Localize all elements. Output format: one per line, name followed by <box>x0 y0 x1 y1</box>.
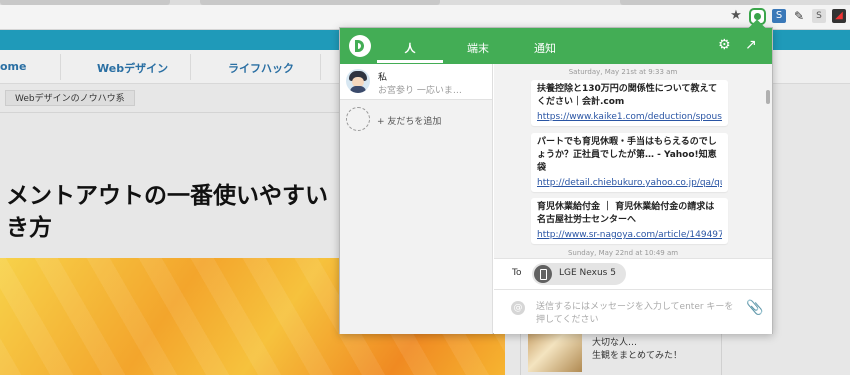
tab-strip <box>0 0 850 5</box>
add-friend-label: + 友だちを追加 <box>377 117 442 127</box>
tab-notifications[interactable]: 通知 <box>512 40 578 56</box>
nav-item-home[interactable]: ome <box>0 60 26 73</box>
message-bubble: 育児休業給付金 ｜ 育児休業給付金の請求は名古屋社労士センターへ http://… <box>531 198 728 244</box>
scrollbar-thumb[interactable] <box>766 90 770 104</box>
tab-devices[interactable]: 端末 <box>445 40 511 56</box>
contact-name: 私 <box>378 73 388 83</box>
eyedropper-icon[interactable]: ✎ <box>792 9 806 23</box>
contacts-panel: 私 お宮参り 一応いま… + 友だちを追加 <box>340 64 493 334</box>
nav-separator <box>190 54 191 80</box>
device-name: LGE Nexus 5 <box>559 268 616 278</box>
settings-gear-icon[interactable]: ⚙ <box>718 38 731 52</box>
article-title-line: き方 <box>6 215 52 241</box>
timestamp: Saturday, May 21st at 9:33 am <box>568 68 678 76</box>
message-link[interactable]: https://www.kaike1.com/deduction/spous… <box>537 111 722 124</box>
contact-preview: お宮参り 一応いま… <box>378 86 462 96</box>
article-title-line: メントアウトの一番使いやすい <box>6 183 328 209</box>
browser-tab[interactable] <box>620 0 760 5</box>
paperclip-icon[interactable]: 📎 <box>746 301 763 315</box>
extension-s-blue-icon[interactable]: S <box>772 9 786 23</box>
article-title: メントアウトの一番使いやすい き方 <box>6 180 328 244</box>
link-icon: @ <box>511 301 525 315</box>
sidebar-article-text-line: 生観をまとめてみた！ <box>592 351 683 361</box>
contact-item-me[interactable]: 私 お宮参り 一応いま… <box>340 64 492 100</box>
tab-people[interactable]: 人 <box>377 40 443 56</box>
extension-icons: ★ S ✎ S ◢ <box>729 7 850 25</box>
nav-item-lifehack[interactable]: ライフハック <box>228 60 294 76</box>
message-link[interactable]: http://www.sr-nagoya.com/article/149497… <box>537 229 722 242</box>
recipient-device-chip[interactable]: LGE Nexus 5 <box>532 263 626 285</box>
extension-dark-icon[interactable]: ◢ <box>832 9 846 23</box>
popup-header: 人 端末 通知 ⚙ ↗ <box>340 28 772 64</box>
extension-s-gray-icon[interactable]: S <box>812 9 826 23</box>
add-friend-placeholder-icon <box>346 107 370 131</box>
category-tag[interactable]: Webデザインのノウハウ系 <box>5 90 135 106</box>
active-tab-indicator <box>377 60 443 63</box>
popout-arrow-icon[interactable]: ↗ <box>745 38 757 52</box>
nav-separator <box>320 54 321 80</box>
nav-separator <box>60 54 61 80</box>
message-link[interactable]: http://detail.chiebukuro.yahoo.co.jp/qa/… <box>537 177 722 190</box>
avatar <box>346 69 370 93</box>
message-input[interactable]: 送信するにはメッセージを入力してenter キーを押してください <box>536 301 738 327</box>
message-title: パートでも育児休暇・手当はもらえるのでしょうか？正社員でしたが第… - Yaho… <box>537 137 717 173</box>
nav-item-webdesign[interactable]: Webデザイン <box>97 60 168 76</box>
sidebar-article-text: 大切な人… 生観をまとめてみた！ <box>592 337 682 363</box>
add-friend-button[interactable]: + 友だちを追加 <box>346 107 494 133</box>
browser-toolbar: ★ S ✎ S ◢ <box>0 0 850 30</box>
star-icon[interactable]: ★ <box>729 9 743 23</box>
to-label: To <box>512 268 522 278</box>
message-title: 育児休業給付金 ｜ 育児休業給付金の請求は名古屋社労士センターへ <box>537 202 715 225</box>
browser-tab[interactable] <box>0 0 170 5</box>
sidebar-article-text-line: 大切な人… <box>592 338 638 348</box>
sidebar-article-thumbnail <box>528 332 582 372</box>
pushbullet-logo-icon <box>349 35 371 57</box>
message-thread[interactable]: Saturday, May 21st at 9:33 am 扶養控除と130万円… <box>494 64 772 258</box>
message-title: 扶養控除と130万円の関係性について教えてください｜会計.com <box>537 84 718 107</box>
pushbullet-popup: 人 端末 通知 ⚙ ↗ 私 お宮参り 一応いま… + 友だちを追加 Saturd… <box>339 19 773 334</box>
browser-tab[interactable] <box>200 0 440 5</box>
recipient-row: To LGE Nexus 5 <box>494 258 772 288</box>
phone-icon <box>534 265 552 283</box>
compose-area: @ 送信するにはメッセージを入力してenter キーを押してください 📎 <box>494 289 772 334</box>
message-bubble: パートでも育児休暇・手当はもらえるのでしょうか？正社員でしたが第… - Yaho… <box>531 133 728 192</box>
timestamp: Sunday, May 22nd at 10:49 am <box>567 249 679 257</box>
message-bubble: 扶養控除と130万円の関係性について教えてください｜会計.com https:/… <box>531 80 728 126</box>
